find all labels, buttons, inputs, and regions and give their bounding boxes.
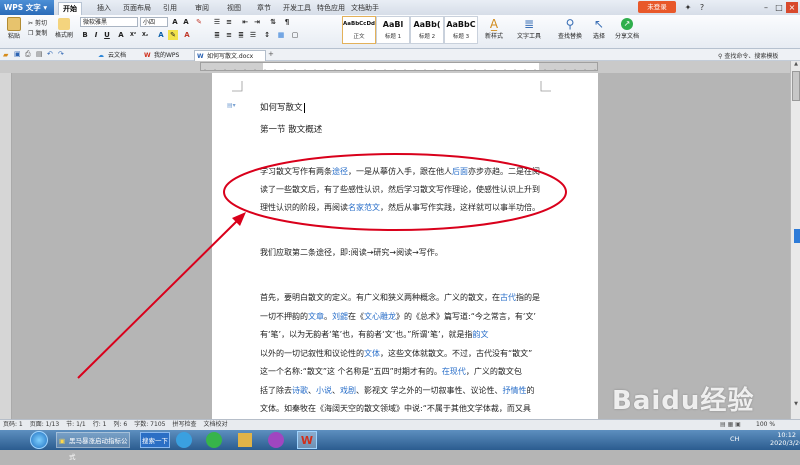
clock-time: 10:12 xyxy=(777,431,797,439)
side-tab-marker[interactable] xyxy=(794,229,800,243)
status-item[interactable]: 拼写检查 xyxy=(172,421,196,428)
system-clock: 10:12 2020/3/20 xyxy=(770,431,800,447)
status-item: 节: 1/1 xyxy=(66,421,86,428)
explorer-icon[interactable] xyxy=(238,433,252,447)
clock-date: 2020/3/20 xyxy=(770,439,800,447)
baidu-watermark: Baidu经验 xyxy=(612,386,755,416)
browser-360-icon[interactable] xyxy=(206,432,222,448)
highlight-ellipse xyxy=(223,153,567,231)
annotation-arrow-line xyxy=(77,217,241,379)
media-icon[interactable] xyxy=(268,432,284,448)
status-item: 页码: 1 xyxy=(3,421,23,428)
app-icon: ▣ xyxy=(59,437,66,445)
status-bar: 页码: 1 页面: 1/13 节: 1/1 行: 1 列: 6 字数: 7105 拼写检查文… xyxy=(0,419,800,430)
status-item: 行: 1 xyxy=(92,421,107,428)
view-mode-icons[interactable]: ▤ ▦ ▣ xyxy=(720,420,741,430)
scroll-thumb[interactable] xyxy=(792,71,800,101)
scroll-up-icon[interactable]: ▲ xyxy=(792,61,800,69)
zoom-level[interactable]: 100 % xyxy=(756,420,775,430)
taskbar-search[interactable]: 搜索一下 xyxy=(140,432,170,448)
taskbar-label: 黑马暴涨启动指标公式 xyxy=(69,437,128,461)
browser-icon[interactable] xyxy=(176,432,192,448)
start-button[interactable] xyxy=(30,431,48,449)
input-language[interactable]: CH xyxy=(730,435,739,443)
status-item: 列: 6 xyxy=(113,421,128,428)
status-item[interactable]: 文档校对 xyxy=(203,421,227,428)
status-item: 字数: 7105 xyxy=(134,421,166,428)
vertical-scrollbar[interactable]: ▲ ▼ xyxy=(790,61,800,419)
wps-taskbar-icon[interactable]: W xyxy=(297,431,317,449)
taskbar-item-formula[interactable]: ▣ 黑马暴涨启动指标公式 xyxy=(56,432,130,461)
status-item: 页面: 1/13 xyxy=(29,421,60,428)
windows-taskbar: ▣黑马暴涨启动指标公式 搜索一下 W CH 10:12 2020/3/20 xyxy=(0,430,800,461)
scroll-down-icon[interactable]: ▼ xyxy=(792,401,800,409)
